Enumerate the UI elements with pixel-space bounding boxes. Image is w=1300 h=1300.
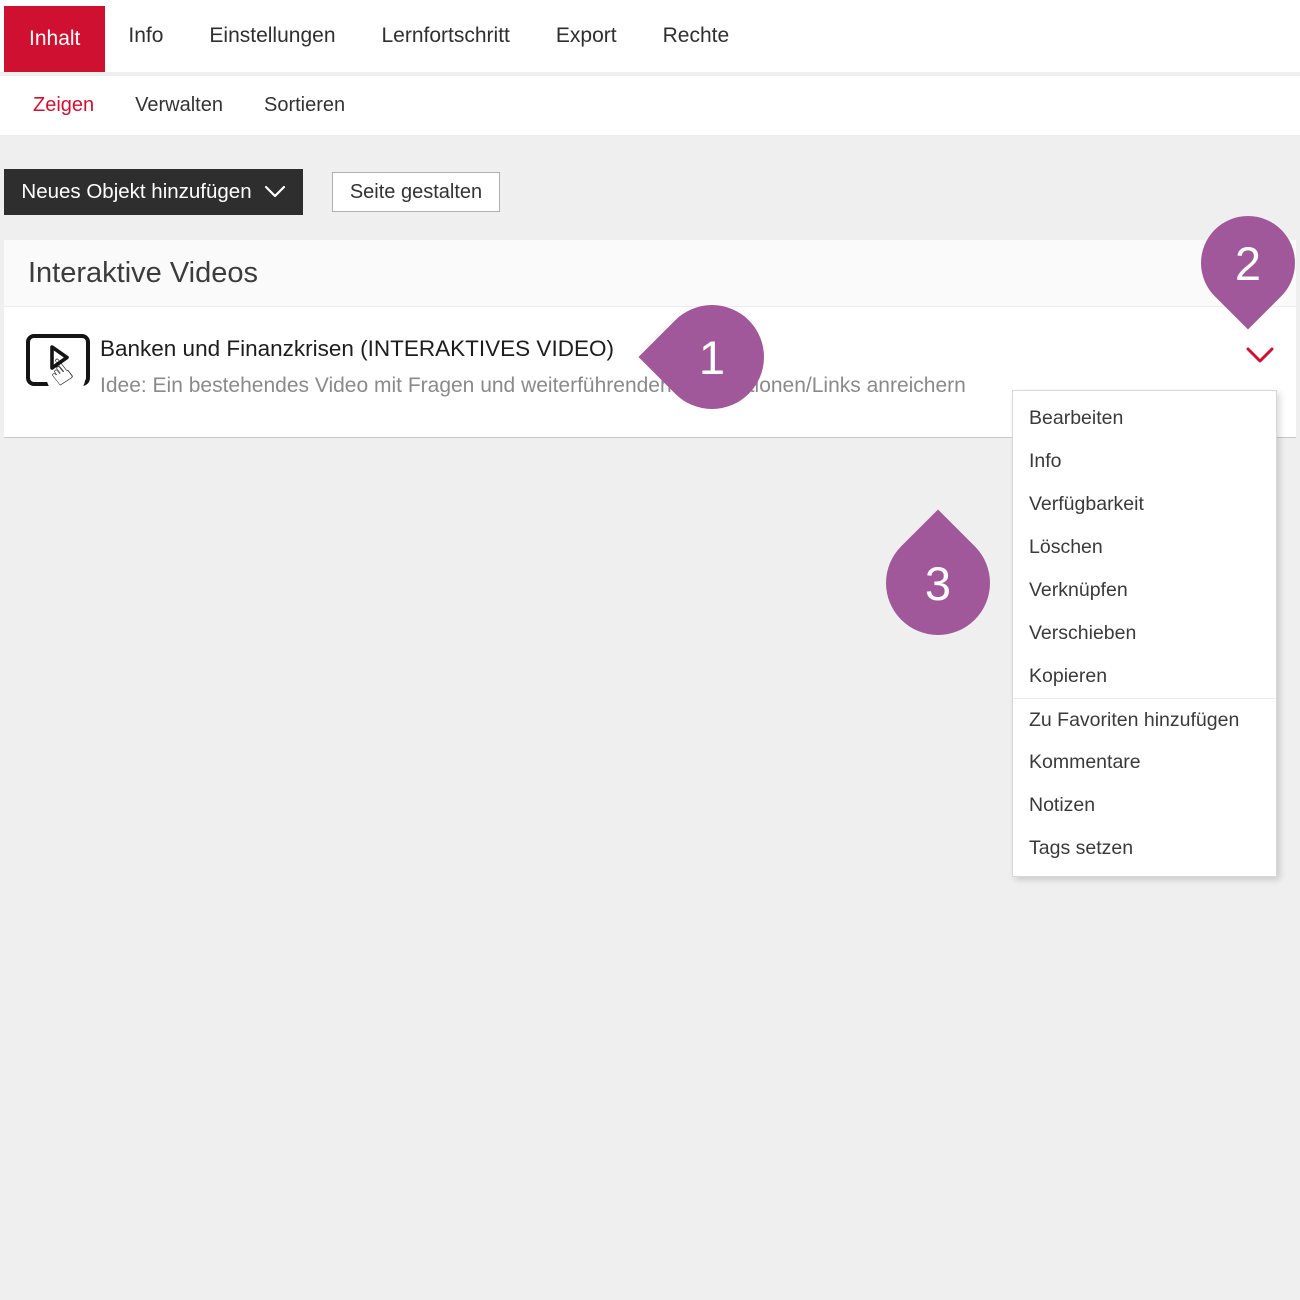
tab-rechte[interactable]: Rechte bbox=[640, 0, 753, 72]
callout-pin-1: 1 bbox=[660, 305, 764, 409]
tab-export[interactable]: Export bbox=[533, 0, 640, 72]
sub-tab-bar: Zeigen Verwalten Sortieren bbox=[0, 76, 1300, 135]
menu-item-verfuegbarkeit[interactable]: Verfügbarkeit bbox=[1013, 483, 1276, 526]
design-page-button[interactable]: Seite gestalten bbox=[332, 172, 500, 212]
actions-menu: Bearbeiten Info Verfügbarkeit Löschen Ve… bbox=[1012, 390, 1277, 877]
item-actions-dropdown-icon[interactable] bbox=[1245, 346, 1275, 366]
add-object-button[interactable]: Neues Objekt hinzufügen bbox=[4, 169, 303, 215]
menu-item-loeschen[interactable]: Löschen bbox=[1013, 526, 1276, 569]
subtab-sortieren[interactable]: Sortieren bbox=[258, 94, 351, 117]
callout-pin-1-number: 1 bbox=[660, 305, 764, 409]
main-tab-bar: Inhalt Info Einstellungen Lernfortschrit… bbox=[0, 0, 1300, 72]
menu-item-zu-favoriten[interactable]: Zu Favoriten hinzufügen bbox=[1013, 698, 1276, 741]
section-title: Interaktive Videos bbox=[28, 257, 258, 290]
menu-item-tags-setzen[interactable]: Tags setzen bbox=[1013, 827, 1276, 870]
subtab-zeigen[interactable]: Zeigen bbox=[27, 94, 100, 117]
menu-item-bearbeiten[interactable]: Bearbeiten bbox=[1013, 397, 1276, 440]
tab-inhalt[interactable]: Inhalt bbox=[4, 6, 105, 72]
menu-item-kommentare[interactable]: Kommentare bbox=[1013, 741, 1276, 784]
tab-einstellungen[interactable]: Einstellungen bbox=[186, 0, 358, 72]
item-description: Idee: Ein bestehendes Video mit Fragen u… bbox=[100, 374, 966, 398]
menu-item-verschieben[interactable]: Verschieben bbox=[1013, 612, 1276, 655]
menu-item-verknuepfen[interactable]: Verknüpfen bbox=[1013, 569, 1276, 612]
item-title-link[interactable]: Banken und Finanzkrisen (INTERAKTIVES VI… bbox=[100, 336, 614, 362]
tab-lernfortschritt[interactable]: Lernfortschritt bbox=[359, 0, 533, 72]
callout-pin-2-number: 2 bbox=[1201, 216, 1295, 310]
chevron-down-icon bbox=[264, 180, 286, 204]
menu-item-notizen[interactable]: Notizen bbox=[1013, 784, 1276, 827]
subtab-verwalten[interactable]: Verwalten bbox=[129, 94, 229, 117]
callout-pin-3-number: 3 bbox=[886, 531, 990, 635]
interactive-video-icon: ☝ bbox=[24, 330, 94, 406]
tab-info[interactable]: Info bbox=[105, 0, 186, 72]
menu-item-kopieren[interactable]: Kopieren bbox=[1013, 655, 1276, 698]
content-block-header: Interaktive Videos bbox=[4, 240, 1296, 307]
design-page-label: Seite gestalten bbox=[350, 181, 482, 204]
callout-pin-3: 3 bbox=[886, 531, 990, 635]
callout-pin-2: 2 bbox=[1201, 216, 1295, 310]
menu-item-info[interactable]: Info bbox=[1013, 440, 1276, 483]
add-object-label: Neues Objekt hinzufügen bbox=[21, 180, 251, 204]
